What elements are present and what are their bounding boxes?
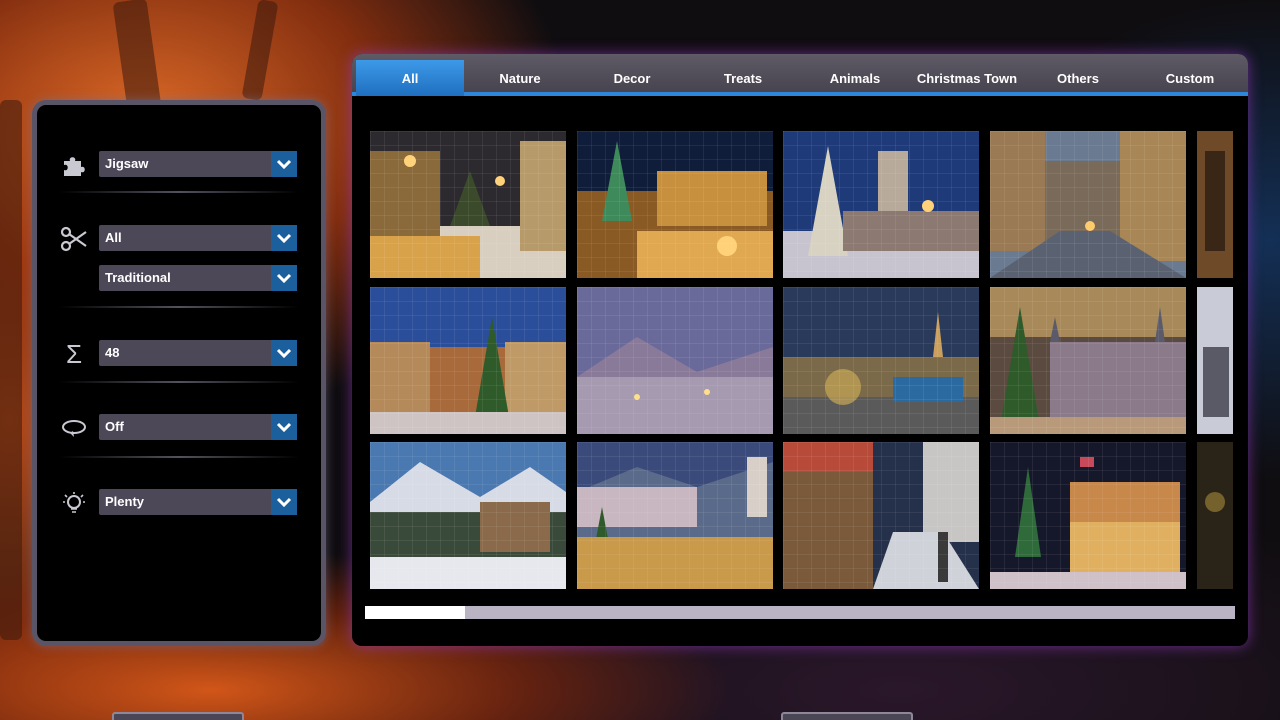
section-divider xyxy=(59,456,299,458)
puzzle-grid-overlay xyxy=(370,442,566,589)
puzzle-grid-overlay xyxy=(990,287,1186,434)
town-hall-christmas-tree-image[interactable] xyxy=(783,131,979,278)
scrollbar-thumb[interactable] xyxy=(365,606,465,619)
puzzle-gallery-panel: All Nature Decor Treats Animals Christma… xyxy=(352,54,1248,646)
tab-christmas-town[interactable]: Christmas Town xyxy=(912,60,1022,96)
section-divider xyxy=(59,381,299,383)
illuminated-harbor-town-image[interactable] xyxy=(783,287,979,434)
section-divider xyxy=(59,191,299,193)
chevron-down-icon[interactable] xyxy=(271,225,297,251)
snowy-village-dusk-image[interactable] xyxy=(577,287,773,434)
piece-count-dropdown[interactable]: 48 xyxy=(99,340,297,366)
puzzle-grid-overlay xyxy=(577,131,773,278)
puzzle-type-value: Jigsaw xyxy=(105,156,149,171)
puzzle-type-row: Jigsaw xyxy=(59,151,299,179)
snowy-town-christmas-tree-image[interactable] xyxy=(370,287,566,434)
tab-label: Animals xyxy=(829,70,881,86)
category-tab-bar: All Nature Decor Treats Animals Christma… xyxy=(352,54,1248,96)
rotate-icon xyxy=(59,414,89,442)
bottom-right-button[interactable] xyxy=(781,712,913,720)
cut-set-value: All xyxy=(105,230,122,245)
mountain-town-market-image[interactable] xyxy=(577,442,773,589)
cut-set-row: All xyxy=(59,225,299,253)
rotation-value: Off xyxy=(105,419,124,434)
lightbulb-icon xyxy=(59,489,89,517)
puzzle-grid-overlay xyxy=(783,287,979,434)
puzzle-grid-overlay xyxy=(783,131,979,278)
puzzle-options-panel: Jigsaw All Traditional Σ 48 Off Plenty xyxy=(32,100,326,646)
background-tree-trunk xyxy=(241,0,279,101)
tab-label: Christmas Town xyxy=(916,70,1018,86)
tab-label: Others xyxy=(1057,70,1099,86)
tab-label: Custom xyxy=(1165,70,1215,86)
rotation-row: Off xyxy=(59,414,299,442)
rotation-dropdown[interactable]: Off xyxy=(99,414,297,440)
hints-row: Plenty xyxy=(59,489,299,517)
puzzle-grid-overlay xyxy=(370,287,566,434)
tab-decor[interactable]: Decor xyxy=(578,60,686,96)
tab-label: Treats xyxy=(723,70,763,86)
christmas-market-street-image[interactable] xyxy=(370,131,566,278)
puzzle-grid-overlay xyxy=(990,442,1186,589)
hints-value: Plenty xyxy=(105,494,145,509)
tab-nature[interactable]: Nature xyxy=(466,60,574,96)
tab-animals[interactable]: Animals xyxy=(801,60,909,96)
chevron-down-icon[interactable] xyxy=(271,414,297,440)
tab-others[interactable]: Others xyxy=(1024,60,1132,96)
old-town-street-image[interactable] xyxy=(990,131,1186,278)
puzzle-type-dropdown[interactable]: Jigsaw xyxy=(99,151,297,177)
cut-style-value: Traditional xyxy=(105,270,171,285)
cut-style-row: Traditional xyxy=(59,265,299,293)
partial-thumbnail-right[interactable] xyxy=(1197,131,1233,278)
sigma-icon: Σ xyxy=(65,338,83,369)
tab-all[interactable]: All xyxy=(356,60,464,96)
carousel-christmas-night-image[interactable] xyxy=(990,442,1186,589)
tab-label: All xyxy=(401,70,419,86)
tab-treats[interactable]: Treats xyxy=(689,60,797,96)
tab-custom[interactable]: Custom xyxy=(1136,60,1244,96)
bottom-left-button[interactable] xyxy=(112,712,244,720)
christmas-market-square-image[interactable] xyxy=(577,131,773,278)
tab-label: Decor xyxy=(613,70,651,86)
gallery-scrollbar[interactable] xyxy=(365,606,1235,619)
alpine-village-snow-image[interactable] xyxy=(370,442,566,589)
snowy-lane-lights-image[interactable] xyxy=(783,442,979,589)
chevron-down-icon[interactable] xyxy=(271,265,297,291)
cathedral-square-tree-image[interactable] xyxy=(990,287,1186,434)
cut-style-dropdown[interactable]: Traditional xyxy=(99,265,297,291)
puzzle-grid-overlay xyxy=(370,131,566,278)
piece-count-value: 48 xyxy=(105,345,120,360)
scissors-icon xyxy=(59,225,89,253)
chevron-down-icon[interactable] xyxy=(271,151,297,177)
piece-count-row: Σ 48 xyxy=(59,338,299,369)
partial-thumbnail-right[interactable] xyxy=(1197,442,1233,589)
section-divider xyxy=(59,306,299,308)
puzzle-grid-overlay xyxy=(577,287,773,434)
background-tree-trunk xyxy=(112,0,162,112)
tab-label: Nature xyxy=(499,70,541,86)
puzzle-grid-overlay xyxy=(577,442,773,589)
cut-set-dropdown[interactable]: All xyxy=(99,225,297,251)
puzzle-grid-overlay xyxy=(783,442,979,589)
partial-thumbnail-right[interactable] xyxy=(1197,287,1233,434)
chevron-down-icon[interactable] xyxy=(271,489,297,515)
background-tree-trunk xyxy=(0,100,22,640)
puzzle-grid-overlay xyxy=(990,131,1186,278)
puzzle-piece-icon xyxy=(59,151,89,179)
chevron-down-icon[interactable] xyxy=(271,340,297,366)
hints-dropdown[interactable]: Plenty xyxy=(99,489,297,515)
